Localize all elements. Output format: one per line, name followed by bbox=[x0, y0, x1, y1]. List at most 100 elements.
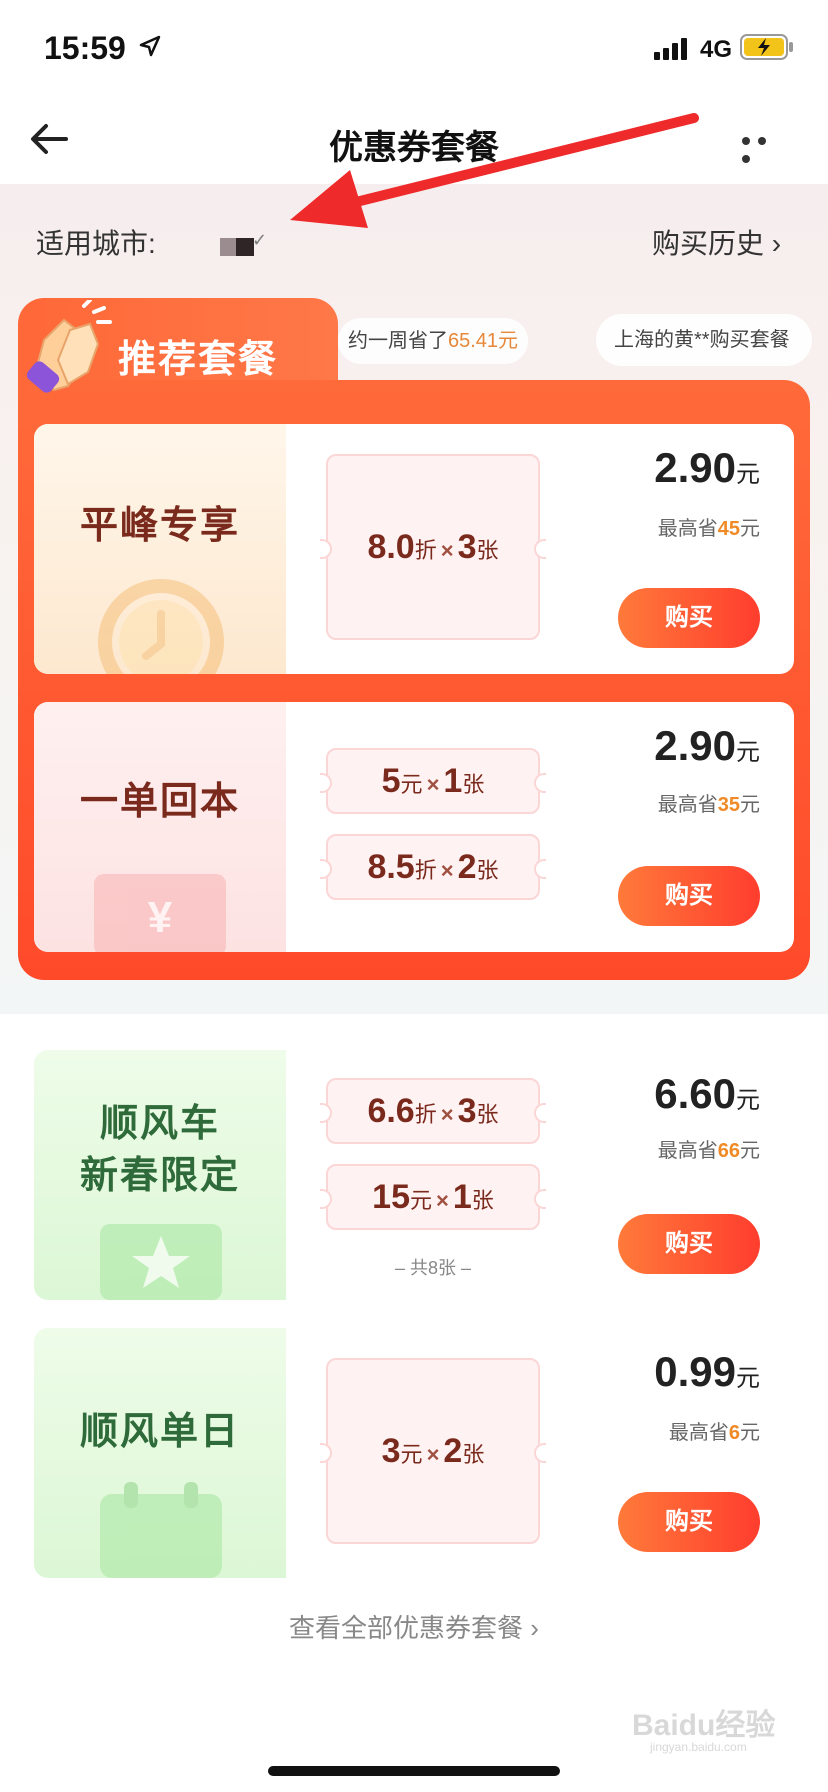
save-amount: 66 bbox=[717, 1140, 740, 1162]
yen-ticket-icon: ¥ bbox=[94, 874, 226, 952]
status-bar: 15:59 4G bbox=[0, 0, 828, 96]
buy-button[interactable]: 购买 bbox=[618, 588, 760, 648]
coupon-unit: 元 bbox=[400, 772, 423, 797]
calendar-icon bbox=[100, 1482, 222, 1578]
coupon-ticket: 6.6折 × 3张 bbox=[320, 1078, 546, 1144]
clock-icon bbox=[98, 579, 224, 674]
save-amount: 35 bbox=[717, 794, 740, 816]
savings-ticker-amount: 65.41元 bbox=[448, 330, 519, 352]
purchase-ticker: 上海的黄**购买套餐 bbox=[596, 314, 812, 366]
coupon-count-unit: 张 bbox=[462, 1442, 485, 1467]
package-card-left: 一单回本 ¥ bbox=[34, 702, 286, 952]
package-card-left: 顺风单日 bbox=[34, 1328, 286, 1578]
price-value: 0.99 bbox=[654, 1348, 736, 1395]
coupon-ticket: 5元 × 1张 bbox=[320, 748, 546, 814]
save-prefix: 最高省 bbox=[668, 1422, 729, 1444]
package-card-left: 平峰专享 bbox=[34, 424, 286, 674]
coupon-value: 5 bbox=[381, 762, 401, 800]
price-unit: 元 bbox=[736, 739, 760, 766]
coupon-count: 3 bbox=[457, 1092, 477, 1130]
coupon-count: 1 bbox=[452, 1178, 472, 1216]
coupon-value: 6.6 bbox=[367, 1092, 415, 1130]
price-unit: 元 bbox=[736, 1365, 760, 1392]
coupon-unit: 元 bbox=[410, 1188, 433, 1213]
package-name: 平峰专享 bbox=[79, 505, 240, 547]
save-prefix: 最高省 bbox=[657, 1140, 718, 1162]
coupon-unit: 折 bbox=[414, 858, 437, 883]
coupon-count-unit: 张 bbox=[476, 858, 499, 883]
view-all-packages-link[interactable]: 查看全部优惠券套餐 › bbox=[0, 1608, 828, 1645]
save-amount: 45 bbox=[717, 518, 740, 540]
package-price: 2.90元 bbox=[654, 444, 760, 492]
savings-ticker-prefix: 约一周省了 bbox=[348, 330, 448, 352]
package-card-payback: 一单回本 ¥ 5元 × 1张 8.5折 × 2张 2.90元 最高省35元 购买 bbox=[34, 702, 794, 952]
coupon-count: 2 bbox=[457, 848, 477, 886]
buy-button[interactable]: 购买 bbox=[618, 866, 760, 926]
price-unit: 元 bbox=[736, 1087, 760, 1114]
coupon-total-note: – 共8张 – bbox=[394, 1258, 472, 1278]
watermark-url: jingyan.baidu.com bbox=[650, 1740, 747, 1754]
coupon-unit: 折 bbox=[414, 1102, 437, 1127]
package-name: 顺风车 bbox=[99, 1103, 220, 1145]
coupon-ticket: 3元 × 2张 bbox=[320, 1358, 546, 1544]
savings-ticker: 约一周省了65.41元 bbox=[338, 318, 529, 364]
save-unit: 元 bbox=[740, 794, 760, 816]
max-savings: 最高省66元 bbox=[658, 1134, 760, 1163]
package-name: 顺风单日 bbox=[79, 1411, 240, 1453]
package-price: 0.99元 bbox=[654, 1348, 760, 1396]
city-selector[interactable]: ✓ bbox=[220, 230, 267, 256]
coupon-count: 1 bbox=[443, 762, 463, 800]
annotation-arrow bbox=[290, 113, 699, 228]
package-card-left: 顺风车 新春限定 bbox=[34, 1050, 286, 1300]
buy-button[interactable]: 购买 bbox=[618, 1214, 760, 1274]
coupon-count: 3 bbox=[457, 528, 477, 566]
home-indicator bbox=[268, 1766, 560, 1776]
coupon-value: 3 bbox=[381, 1432, 401, 1470]
price-value: 2.90 bbox=[654, 444, 736, 491]
battery-icon bbox=[740, 34, 793, 60]
coupon-count-unit: 张 bbox=[462, 772, 485, 797]
save-unit: 元 bbox=[740, 518, 760, 540]
package-price: 6.60元 bbox=[654, 1070, 760, 1118]
svg-text:¥: ¥ bbox=[148, 893, 173, 942]
buy-button[interactable]: 购买 bbox=[618, 1492, 760, 1552]
coupon-unit: 折 bbox=[414, 538, 437, 563]
watermark: Baidu经验 bbox=[632, 1709, 776, 1742]
check-icon: ✓ bbox=[252, 230, 268, 250]
save-amount: 6 bbox=[728, 1422, 740, 1444]
clapping-hands-icon bbox=[26, 300, 112, 393]
price-value: 6.60 bbox=[654, 1070, 736, 1117]
save-prefix: 最高省 bbox=[657, 794, 718, 816]
star-ticket-icon bbox=[100, 1224, 222, 1300]
coupon-value: 15 bbox=[372, 1178, 410, 1216]
max-savings: 最高省35元 bbox=[658, 788, 760, 817]
max-savings: 最高省6元 bbox=[669, 1416, 760, 1445]
more-options-icon[interactable] bbox=[742, 132, 786, 163]
package-card-ride-spring: 顺风车 新春限定 6.6折 × 3张 15元 × 1张 – 共8张 – 6.60元 最高… bbox=[34, 1050, 794, 1300]
coupon-count: 2 bbox=[443, 1432, 463, 1470]
package-price: 2.90元 bbox=[654, 722, 760, 770]
network-type: 4G bbox=[700, 36, 733, 63]
coupon-ticket: 8.5折 × 2张 bbox=[320, 834, 546, 900]
location-arrow-icon bbox=[139, 35, 161, 57]
coupon-count-unit: 张 bbox=[476, 1102, 499, 1127]
save-prefix: 最高省 bbox=[657, 518, 718, 540]
price-value: 2.90 bbox=[654, 722, 736, 769]
recommended-title: 推荐套餐 bbox=[118, 339, 279, 381]
save-unit: 元 bbox=[740, 1422, 760, 1444]
package-card-ride-single-day: 顺风单日 3元 × 2张 0.99元 最高省6元 购买 bbox=[34, 1328, 794, 1578]
max-savings: 最高省45元 bbox=[658, 512, 760, 541]
signal-icon bbox=[654, 38, 687, 60]
coupon-value: 8.5 bbox=[367, 848, 415, 886]
coupon-count-unit: 张 bbox=[476, 538, 499, 563]
save-unit: 元 bbox=[740, 1140, 760, 1162]
price-unit: 元 bbox=[736, 461, 760, 488]
coupon-ticket: 8.0折 × 3张 bbox=[320, 454, 546, 640]
coupon-value: 8.0 bbox=[367, 528, 415, 566]
coupon-ticket: 15元 × 1张 bbox=[320, 1164, 546, 1230]
coupon-unit: 元 bbox=[400, 1442, 423, 1467]
coupon-count-unit: 张 bbox=[471, 1188, 494, 1213]
package-name-line2: 新春限定 bbox=[79, 1155, 240, 1197]
package-name: 一单回本 bbox=[79, 781, 240, 823]
city-name-redacted bbox=[220, 238, 236, 256]
